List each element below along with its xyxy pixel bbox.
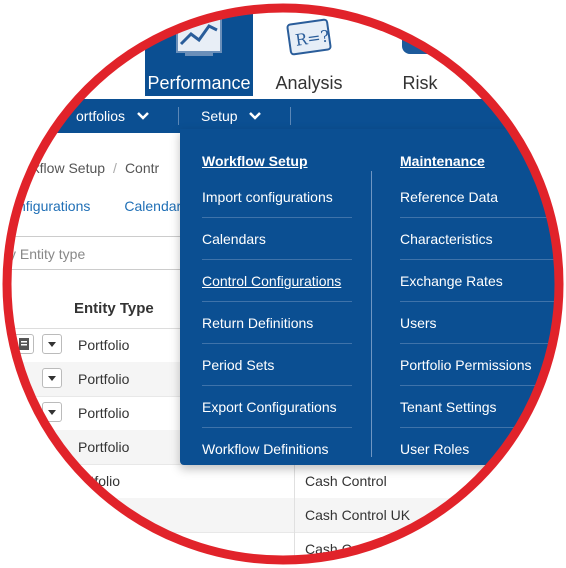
column-header-entity-type[interactable]: Entity Type — [74, 300, 154, 317]
cell-control-name: Cash Control — [305, 473, 387, 489]
menu-divider — [400, 427, 555, 428]
cell-entity-type: ortfolio — [78, 473, 121, 489]
menu-item-control-configurations[interactable]: Control Configurations — [202, 273, 341, 289]
menu-divider — [202, 343, 352, 344]
menu-divider — [400, 343, 555, 344]
menu-item-user-roles[interactable]: User Roles — [400, 441, 469, 457]
cell-entity-type: Portfolio — [78, 371, 130, 387]
menu-item-tenant-settings[interactable]: Tenant Settings — [400, 399, 497, 415]
row-dropdown-button[interactable] — [42, 334, 62, 354]
nav-divider — [290, 107, 291, 125]
breadcrumb: rkflow Setup / Contr — [28, 160, 159, 176]
nav-bar: ortfolios Setup — [11, 99, 555, 133]
risk-dashboard-icon — [402, 20, 438, 54]
menu-item-exchange-rates[interactable]: Exchange Rates — [400, 273, 503, 289]
column-divider — [294, 498, 295, 532]
menu-divider — [202, 259, 352, 260]
menu-divider — [202, 427, 352, 428]
menu-divider — [400, 385, 555, 386]
nav-portfolios-label: ortfolios — [76, 108, 126, 124]
row-dropdown-button[interactable] — [42, 402, 62, 422]
breadcrumb-current: Contr — [124, 160, 160, 176]
menu-divider — [202, 301, 352, 302]
menu-divider — [400, 301, 555, 302]
entity-type-filter-input[interactable]: y Entity type — [11, 236, 208, 270]
chevron-down-icon — [249, 112, 262, 120]
menu-item-calendars[interactable]: Calendars — [202, 231, 266, 247]
menu-item-reference-data[interactable]: Reference Data — [400, 189, 498, 205]
caret-down-icon — [48, 410, 56, 415]
menu-divider — [202, 217, 352, 218]
analysis-equation-icon: R=? — [286, 18, 332, 56]
column-divider — [294, 464, 295, 498]
caret-down-icon — [48, 376, 56, 381]
nav-portfolios[interactable]: ortfolios — [76, 108, 149, 124]
menu-column-divider — [371, 171, 372, 457]
cell-control-name: Cash Control UK — [305, 507, 411, 523]
cell-control-name: Cash Control UK2 — [305, 541, 418, 557]
cell-entity-type: Portfolio — [78, 405, 130, 421]
menu-divider — [202, 385, 352, 386]
menu-item-characteristics[interactable]: Characteristics — [400, 231, 493, 247]
breadcrumb-separator: / — [113, 160, 117, 176]
row-dropdown-button[interactable] — [42, 368, 62, 388]
document-icon — [19, 338, 29, 350]
menu-item-users[interactable]: Users — [400, 315, 437, 331]
row-document-icon[interactable] — [14, 334, 34, 354]
nav-setup-label: Setup — [201, 108, 238, 124]
tab-calendar[interactable]: Calendar — [124, 198, 181, 214]
breadcrumb-workflow-setup[interactable]: rkflow Setup — [28, 160, 105, 176]
caret-down-icon — [48, 342, 56, 347]
menu-item-period-sets[interactable]: Period Sets — [202, 357, 274, 373]
menu-divider — [400, 259, 555, 260]
menu-item-portfolio-permissions[interactable]: Portfolio Permissions — [400, 357, 532, 373]
module-label: Analysis — [275, 73, 343, 93]
table-row[interactable]: lio Cash Control UK — [11, 498, 555, 533]
setup-dropdown-menu: Workflow Setup Import configurations Cal… — [180, 129, 555, 465]
cell-entity-type: Portfolio — [78, 439, 130, 455]
menu-divider — [400, 217, 555, 218]
table-row[interactable]: Cash Control UK2 — [11, 532, 555, 557]
module-label: Risk — [402, 73, 438, 93]
app-screenshot: Performance R=? Analysis Risk ortfolios — [11, 12, 555, 557]
cell-entity-type: Portfolio — [78, 337, 130, 353]
menu-heading-maintenance[interactable]: Maintenance — [400, 153, 485, 169]
module-performance[interactable]: Performance — [145, 12, 253, 96]
menu-item-export-configurations[interactable]: Export Configurations — [202, 399, 337, 415]
module-analysis[interactable]: R=? Analysis — [256, 12, 362, 96]
module-bar: Performance R=? Analysis Risk — [11, 12, 555, 96]
tab-configurations[interactable]: nfigurations — [18, 198, 90, 214]
menu-heading-workflow-setup[interactable]: Workflow Setup — [202, 153, 308, 169]
table-row[interactable]: ortfolio Cash Control — [11, 464, 555, 499]
menu-item-return-definitions[interactable]: Return Definitions — [202, 315, 313, 331]
chevron-down-icon — [137, 112, 149, 120]
column-divider — [294, 532, 295, 556]
nav-divider — [178, 107, 179, 125]
nav-setup[interactable]: Setup — [201, 108, 262, 124]
cell-entity-type: lio — [78, 507, 93, 523]
performance-chart-icon — [176, 17, 222, 56]
module-risk[interactable]: Risk — [370, 12, 470, 96]
module-label: Performance — [147, 73, 251, 93]
menu-item-workflow-definitions[interactable]: Workflow Definitions — [202, 441, 329, 457]
menu-item-import-configurations[interactable]: Import configurations — [202, 189, 333, 205]
